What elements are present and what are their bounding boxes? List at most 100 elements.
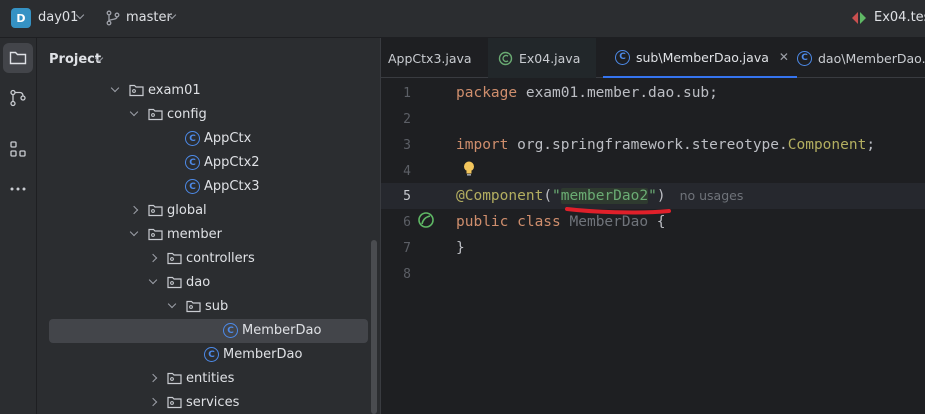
package-folder-icon: [148, 108, 163, 121]
keyword: package: [456, 85, 518, 101]
class-icon: C: [185, 179, 200, 194]
tree-item-label: AppCtx: [204, 131, 252, 146]
tree-item-label: controllers: [186, 251, 255, 266]
usages-hint[interactable]: no usages: [680, 188, 744, 203]
project-name[interactable]: day01: [38, 10, 78, 25]
line-number: 2: [403, 112, 411, 127]
git-tool-button[interactable]: [3, 83, 33, 113]
tree-item-class[interactable]: C MemberDao: [49, 319, 368, 343]
tree-scrollbar[interactable]: [371, 240, 377, 414]
keyword: class: [508, 214, 570, 230]
run-config-icon[interactable]: [850, 11, 868, 25]
paren: (: [543, 188, 553, 204]
package-folder-icon: [167, 252, 182, 265]
class-icon: C: [615, 49, 630, 65]
string-quote: ": [648, 188, 657, 204]
tree-item-class[interactable]: C AppCtx3: [37, 175, 380, 199]
chevron-down-icon[interactable]: [129, 227, 139, 237]
tab-label: dao\MemberDao.java: [818, 50, 925, 66]
class-icon: C: [204, 347, 219, 362]
tree-item-class[interactable]: C AppCtx: [37, 127, 380, 151]
import-path: org.springframework.stereotype.: [508, 137, 788, 153]
tree-item-label: AppCtx3: [204, 179, 260, 194]
line-number: 6: [403, 215, 411, 230]
tab-label: Ex04.java: [519, 50, 581, 66]
tree-item-class[interactable]: C MemberDao: [37, 343, 380, 367]
tree-item-package[interactable]: entities: [37, 367, 380, 391]
tree-item-package[interactable]: exam01: [37, 79, 380, 103]
close-icon[interactable]: ✕: [779, 50, 789, 64]
tree-item-class[interactable]: C AppCtx2: [37, 151, 380, 175]
spring-bean-icon[interactable]: [417, 211, 435, 229]
code-line-7[interactable]: }: [456, 240, 465, 256]
chevron-right-icon[interactable]: [148, 253, 158, 263]
package-folder-icon: [167, 396, 182, 409]
chevron-down-icon[interactable]: [129, 107, 139, 117]
line-number: 3: [403, 138, 411, 153]
code-line-6[interactable]: public class MemberDao {: [456, 214, 666, 230]
more-tools-button[interactable]: [3, 174, 33, 204]
package-folder-icon: [148, 204, 163, 217]
branch-name[interactable]: master: [126, 10, 172, 25]
code-line-5[interactable]: @Component("memberDao2") no usages: [456, 188, 743, 204]
project-tool-button[interactable]: [3, 43, 33, 73]
class-icon: C: [185, 155, 200, 170]
package-folder-icon: [129, 84, 144, 97]
tree-item-label: entities: [186, 371, 235, 386]
panel-title[interactable]: Project: [49, 52, 101, 67]
tree-item-package[interactable]: member: [37, 223, 380, 247]
keyword: public: [456, 214, 509, 230]
class-icon: C: [185, 131, 200, 146]
git-branch-icon[interactable]: [105, 10, 121, 26]
chevron-down-icon[interactable]: [148, 275, 158, 285]
semicolon: ;: [866, 137, 876, 153]
editor-tabs: AppCtx3.java Ex04.java C sub\MemberDao.j…: [381, 38, 925, 78]
tree-item-label: exam01: [148, 83, 201, 98]
tree-item-package[interactable]: services: [37, 391, 380, 414]
tab-sub-memberdao[interactable]: C sub\MemberDao.java ✕: [603, 38, 797, 78]
class-icon: C: [223, 323, 238, 338]
package-folder-icon: [167, 372, 182, 385]
folder-icon: [9, 51, 27, 65]
lightbulb-icon[interactable]: [462, 160, 476, 178]
tab-appctx3[interactable]: AppCtx3.java: [388, 38, 472, 78]
line-number: 4: [403, 164, 411, 179]
project-panel: Project exam01 config C AppCtx C AppCtx2 C AppC…: [37, 38, 380, 414]
structure-tool-button[interactable]: [3, 134, 33, 164]
title-bar: D day01 master Ex04.test1: [0, 0, 925, 38]
chevron-right-icon[interactable]: [148, 397, 158, 407]
structure-icon: [10, 141, 26, 157]
annotation: @Component: [456, 188, 544, 204]
tree-item-label: MemberDao: [242, 323, 322, 338]
tree-item-package[interactable]: config: [37, 103, 380, 127]
brace: }: [456, 240, 465, 256]
chevron-down-icon[interactable]: [167, 299, 177, 309]
chevron-right-icon[interactable]: [148, 373, 158, 383]
tree-item-package[interactable]: global: [37, 199, 380, 223]
tool-window-strip: [0, 38, 37, 414]
tree-item-label: AppCtx2: [204, 155, 260, 170]
project-badge[interactable]: D: [11, 8, 31, 28]
tree-item-label: sub: [205, 299, 229, 314]
paren: ): [656, 188, 666, 204]
chevron-down-icon[interactable]: [110, 83, 120, 93]
code-line-1[interactable]: package exam01.member.dao.sub;: [456, 85, 718, 101]
string-quote: ": [552, 188, 561, 204]
brace: {: [648, 214, 666, 230]
tree-item-label: MemberDao: [223, 347, 303, 362]
more-icon: [10, 187, 26, 191]
git-branches-icon: [10, 89, 26, 107]
chevron-right-icon[interactable]: [129, 205, 139, 215]
tree-item-package[interactable]: controllers: [37, 247, 380, 271]
package-name: exam01.member.dao.sub;: [517, 85, 718, 101]
run-config-name[interactable]: Ex04.test1: [874, 10, 925, 25]
line-number-current: 5: [403, 189, 411, 204]
tab-ex04[interactable]: Ex04.java: [488, 38, 597, 78]
tree-item-package[interactable]: sub: [37, 295, 380, 319]
tab-dao-memberdao[interactable]: C dao\MemberDao.java: [797, 38, 925, 78]
tree-item-package[interactable]: dao: [37, 271, 380, 295]
code-line-3[interactable]: import org.springframework.stereotype.Co…: [456, 137, 875, 153]
tab-label: sub\MemberDao.java: [636, 49, 769, 65]
package-folder-icon: [186, 300, 201, 313]
package-folder-icon: [148, 228, 163, 241]
